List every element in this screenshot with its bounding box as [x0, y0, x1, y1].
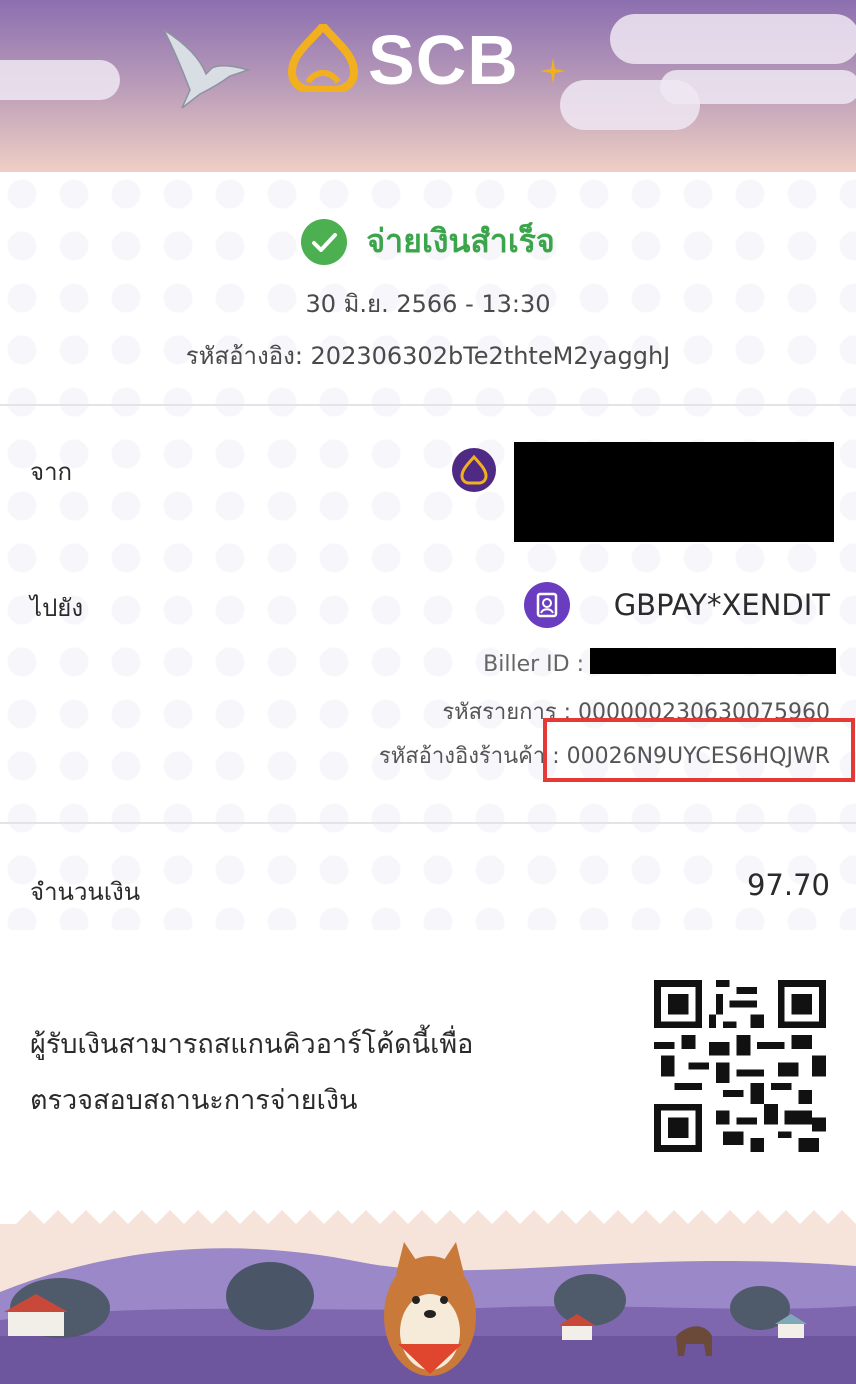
amount-value: 97.70: [746, 868, 830, 902]
from-label: จาก: [30, 458, 73, 486]
status-text: จ่ายเงินสำเร็จ: [366, 222, 555, 260]
receipt-body: จ่ายเงินสำเร็จ 30 มิ.ย. 2566 - 13:30 รหั…: [0, 172, 856, 930]
cloud-decoration: [610, 14, 856, 64]
reference-number: รหัสอ้างอิง: 202306302bTe2thteM2yagghJ: [185, 342, 671, 370]
redacted-biller-id: [590, 648, 836, 674]
scb-lotus-icon: [288, 24, 358, 92]
biller-id-label: Biller ID :: [483, 652, 584, 677]
qr-code-icon[interactable]: [652, 980, 828, 1152]
divider: [0, 404, 856, 406]
brand-name: SCB: [368, 21, 519, 99]
payment-datetime: 30 มิ.ย. 2566 - 13:30: [305, 290, 551, 318]
bird-icon: [162, 27, 251, 109]
scb-bank-icon: [452, 448, 496, 492]
amount-label: จำนวนเงิน: [30, 878, 141, 906]
cloud-decoration: [0, 60, 120, 100]
redacted-account: [514, 442, 834, 542]
biller-icon: [524, 582, 570, 628]
shiba-dog-landscape-illustration: [0, 1196, 856, 1384]
scb-logo: SCB: [288, 21, 578, 99]
to-label: ไปยัง: [30, 594, 84, 622]
highlight-box: [543, 718, 855, 782]
biller-name: GBPAY*XENDIT: [613, 588, 830, 622]
qr-instruction-line2: ตรวจสอบสถานะการจ่ายเงิน: [30, 1085, 358, 1116]
receipt-header: SCB: [0, 0, 856, 172]
divider: [0, 822, 856, 824]
qr-instruction-line1: ผู้รับเงินสามารถสแกนคิวอาร์โค้ดนี้เพื่อ: [30, 1029, 474, 1060]
cloud-decoration: [660, 70, 856, 104]
check-circle-icon: [301, 218, 348, 265]
sparkle-icon: [540, 58, 566, 84]
payment-status: จ่ายเงินสำเร็จ: [0, 216, 856, 267]
